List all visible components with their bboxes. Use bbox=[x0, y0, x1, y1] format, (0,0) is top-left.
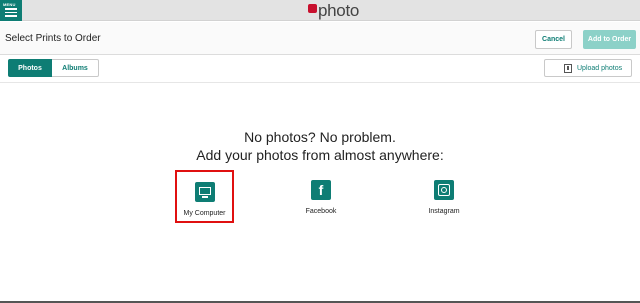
menu-button[interactable]: MENU bbox=[0, 0, 22, 21]
brand-mark-icon bbox=[308, 3, 317, 13]
upload-icon bbox=[564, 64, 572, 73]
top-header: MENU photo bbox=[0, 0, 640, 21]
add-to-order-button[interactable]: Add to Order bbox=[583, 30, 636, 49]
source-label: Facebook bbox=[305, 208, 337, 215]
brand-logo[interactable]: photo bbox=[308, 1, 360, 20]
source-instagram[interactable]: Instagram bbox=[420, 180, 468, 215]
view-tabs: Photos Albums bbox=[8, 59, 99, 77]
upload-photos-button[interactable]: Upload photos bbox=[544, 59, 632, 77]
upload-photos-label: Upload photos bbox=[577, 64, 623, 72]
divider bbox=[0, 82, 640, 83]
cancel-button[interactable]: Cancel bbox=[535, 30, 572, 49]
source-facebook[interactable]: f Facebook bbox=[299, 180, 343, 215]
empty-state-subheading: Add your photos from almost anywhere: bbox=[196, 147, 444, 163]
menu-label: MENU bbox=[3, 2, 16, 7]
tab-photos[interactable]: Photos bbox=[8, 59, 52, 77]
source-label: Instagram bbox=[428, 208, 460, 215]
empty-state-heading: No photos? No problem. bbox=[244, 129, 396, 145]
tab-albums[interactable]: Albums bbox=[52, 59, 99, 77]
title-bar: Select Prints to Order Cancel Add to Ord… bbox=[0, 22, 640, 55]
source-my-computer[interactable]: My Computer bbox=[175, 170, 234, 223]
brand-name: photo bbox=[318, 1, 360, 20]
page-title: Select Prints to Order bbox=[5, 33, 101, 44]
source-label: My Computer bbox=[183, 210, 226, 217]
instagram-icon bbox=[434, 180, 454, 200]
hamburger-icon bbox=[5, 8, 17, 19]
monitor-icon bbox=[194, 182, 215, 202]
facebook-icon: f bbox=[311, 180, 331, 200]
